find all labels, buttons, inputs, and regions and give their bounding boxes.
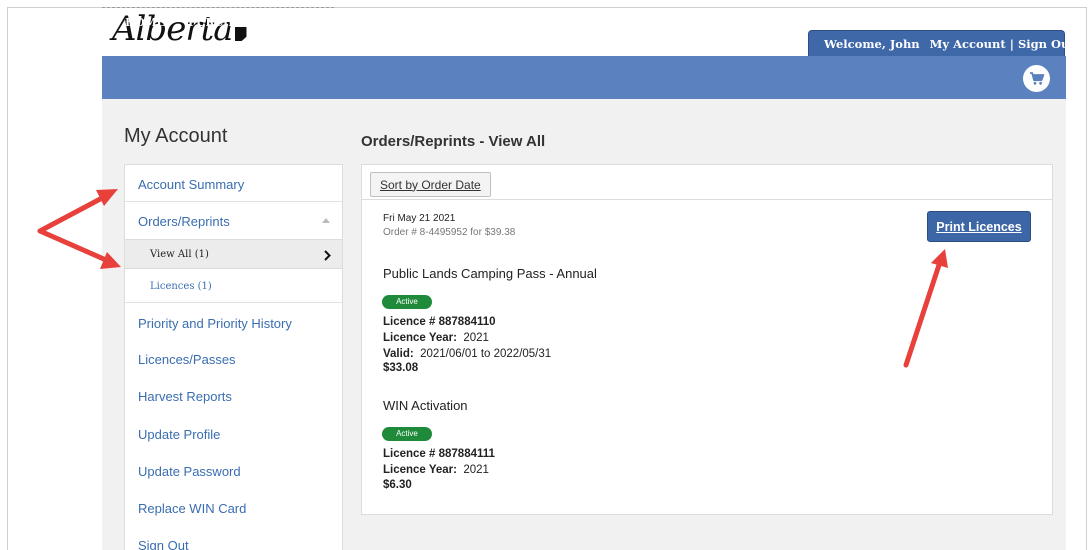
licence-year-label: Licence Year: xyxy=(383,464,457,476)
nav-faq-label: FAQ xyxy=(887,16,912,29)
nav-draw-summaries-label: DRAW SUMMARIES xyxy=(584,16,706,29)
sort-by-order-date-button[interactable]: Sort by Order Date xyxy=(370,172,491,197)
dotted-divider xyxy=(102,7,334,8)
licence-year-value: 2021 xyxy=(463,464,489,476)
page-title: Orders/Reprints - View All xyxy=(361,133,546,150)
chevron-up-icon[interactable] xyxy=(322,217,330,223)
sign-out-link[interactable]: Sign Out xyxy=(1018,37,1075,51)
sidebar-title: My Account xyxy=(124,125,228,147)
sidebar-item-replace-win-card[interactable]: Replace WIN Card xyxy=(138,501,246,516)
print-licences-button[interactable]: Print Licences xyxy=(927,211,1031,242)
sidebar-item-licences-passes[interactable]: Licences/Passes xyxy=(138,352,236,367)
licence-number-value: Licence # 887884110 xyxy=(383,316,496,328)
status-badge: Active xyxy=(382,291,432,309)
sidebar-subitem-licences[interactable]: Licences (1) xyxy=(150,281,212,292)
nav-issuers-label: ISSUERS xyxy=(728,16,783,29)
nav-undersubscribed-info[interactable]: UNDERSUBSCRIBED INFO ▼ xyxy=(406,16,582,29)
main-nav xyxy=(102,56,1066,99)
valid-value: 2021/06/01 to 2022/05/31 xyxy=(420,348,552,360)
welcome-separator: | xyxy=(1009,36,1014,51)
nav-faq[interactable]: FAQ xyxy=(887,16,912,29)
alberta-logo[interactable]: Alberta xyxy=(112,9,247,49)
product-price: $6.30 xyxy=(383,479,412,491)
sidebar-item-sign-out[interactable]: Sign Out xyxy=(138,538,189,550)
sidebar-item-update-profile[interactable]: Update Profile xyxy=(138,427,220,442)
my-account-link[interactable]: My Account xyxy=(930,37,1006,51)
licence-year: Licence Year: 2021 xyxy=(383,462,489,478)
nav-my-account[interactable]: MY ACCOUNT ▼ xyxy=(290,16,387,29)
caret-down-icon: ▼ xyxy=(576,18,583,27)
nav-issuers[interactable]: ISSUERS xyxy=(728,16,783,29)
cart-button[interactable] xyxy=(1023,65,1050,92)
sidebar-item-account-summary[interactable]: Account Summary xyxy=(138,177,244,192)
nav-draw-summaries[interactable]: DRAW SUMMARIES ▼ xyxy=(584,16,717,29)
chevron-right-icon xyxy=(324,250,331,261)
account-sidebar: Account Summary Orders/Reprints View All… xyxy=(124,164,343,550)
nav-home[interactable]: HOME xyxy=(125,16,165,29)
nav-undersubscribed-label: UNDERSUBSCRIBED INFO xyxy=(406,16,571,29)
welcome-greeting: Welcome, John xyxy=(824,36,920,51)
caret-down-icon: ▼ xyxy=(711,18,718,27)
sidebar-item-update-password[interactable]: Update Password xyxy=(138,464,241,479)
order-date: Fri May 21 2021 xyxy=(383,213,456,224)
caret-down-icon: ▼ xyxy=(381,18,388,27)
licence-year-value: 2021 xyxy=(463,332,489,344)
caret-down-icon: ▼ xyxy=(263,18,270,27)
licence-year: Licence Year: 2021 xyxy=(383,330,489,346)
nav-purchase[interactable]: PURCHASE ▼ xyxy=(188,16,270,29)
welcome-bar: Welcome, John My Account | Sign Out xyxy=(808,30,1075,56)
licence-year-label: Licence Year: xyxy=(383,332,457,344)
sidebar-subitem-view-all[interactable]: View All (1) xyxy=(150,249,209,260)
logo-text: Alberta xyxy=(112,9,233,49)
status-badge-label: Active xyxy=(382,295,432,309)
nav-my-account-label: MY ACCOUNT xyxy=(290,16,376,29)
product-name: WIN Activation xyxy=(383,398,468,413)
product-price: $33.08 xyxy=(383,362,419,374)
orders-toolbar: Sort by Order Date xyxy=(361,164,1053,200)
sidebar-item-priority-history[interactable]: Priority and Priority History xyxy=(138,316,292,331)
nav-purchase-label: PURCHASE xyxy=(188,16,258,29)
licence-valid: Valid: 2021/06/01 to 2022/05/31 xyxy=(383,346,551,362)
sidebar-item-orders-reprints[interactable]: Orders/Reprints xyxy=(138,214,230,229)
cart-icon xyxy=(1029,72,1044,85)
divider xyxy=(125,302,342,303)
nav-key-dates-label: KEY DATES xyxy=(801,16,871,29)
nav-home-label: HOME xyxy=(125,16,165,29)
product-name: Public Lands Camping Pass - Annual xyxy=(383,266,597,281)
licence-number: Licence # 887884110 xyxy=(383,314,496,330)
sort-button-label: Sort by Order Date xyxy=(380,177,481,192)
logo-flag-icon xyxy=(234,27,247,41)
status-badge-label: Active xyxy=(382,427,432,441)
valid-label: Valid: xyxy=(383,348,414,360)
print-licences-label: Print Licences xyxy=(936,219,1022,234)
sidebar-item-harvest-reports[interactable]: Harvest Reports xyxy=(138,389,232,404)
order-number: Order # 8-4495952 for $39.38 xyxy=(383,227,516,238)
status-badge: Active xyxy=(382,423,432,441)
divider xyxy=(125,201,342,202)
licence-number-value: Licence # 887884111 xyxy=(383,448,495,460)
licence-number: Licence # 887884111 xyxy=(383,446,495,462)
nav-key-dates[interactable]: KEY DATES xyxy=(801,16,871,29)
